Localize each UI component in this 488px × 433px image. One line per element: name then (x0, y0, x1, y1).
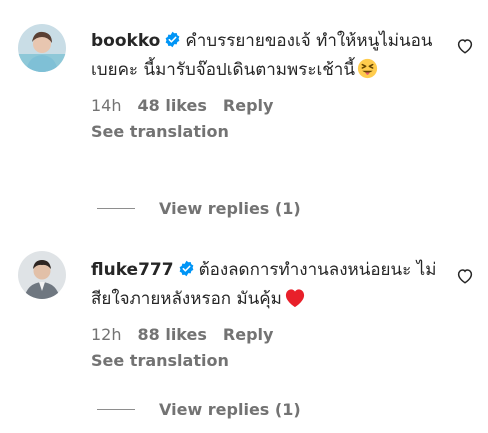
verified-badge-icon (164, 29, 181, 48)
comment-item: bookko คำบรรยายของเจ้ ทำให้หนูไม่นอนเบยคะ… (0, 0, 488, 250)
divider-line (97, 208, 135, 209)
avatar[interactable] (18, 251, 66, 299)
comment-meta: 12h 88 likes Reply (91, 325, 441, 344)
timestamp: 14h (91, 96, 122, 115)
view-replies-label[interactable]: View replies (1) (159, 199, 301, 218)
reply-button[interactable]: Reply (223, 96, 274, 115)
see-translation-link[interactable]: See translation (91, 351, 441, 370)
see-translation-link[interactable]: See translation (91, 122, 441, 141)
comment-text: bookko คำบรรยายของเจ้ ทำให้หนูไม่นอนเบยคะ… (91, 27, 441, 89)
comment-meta: 14h 48 likes Reply (91, 96, 441, 115)
comment-item: fluke777 ต้องลดการทำงานลงหน่อยนะ ไม่สียใจ… (0, 235, 488, 433)
likes-count[interactable]: 48 likes (138, 96, 207, 115)
avatar[interactable] (18, 24, 66, 72)
red-heart-emoji-icon (284, 288, 306, 318)
username[interactable]: fluke777 (91, 260, 174, 280)
timestamp: 12h (91, 325, 122, 344)
view-replies-button[interactable]: View replies (1) (97, 400, 301, 419)
view-replies-button[interactable]: View replies (1) (97, 199, 301, 218)
verified-badge-icon (178, 258, 195, 277)
divider-line (97, 409, 135, 410)
username[interactable]: bookko (91, 31, 160, 51)
like-heart-icon[interactable] (456, 267, 474, 285)
view-replies-label[interactable]: View replies (1) (159, 400, 301, 419)
comment-text: fluke777 ต้องลดการทำงานลงหน่อยนะ ไม่สียใจ… (91, 256, 441, 318)
squinting-tongue-emoji-icon (357, 58, 378, 89)
reply-button[interactable]: Reply (223, 325, 274, 344)
likes-count[interactable]: 88 likes (138, 325, 207, 344)
like-heart-icon[interactable] (456, 37, 474, 55)
